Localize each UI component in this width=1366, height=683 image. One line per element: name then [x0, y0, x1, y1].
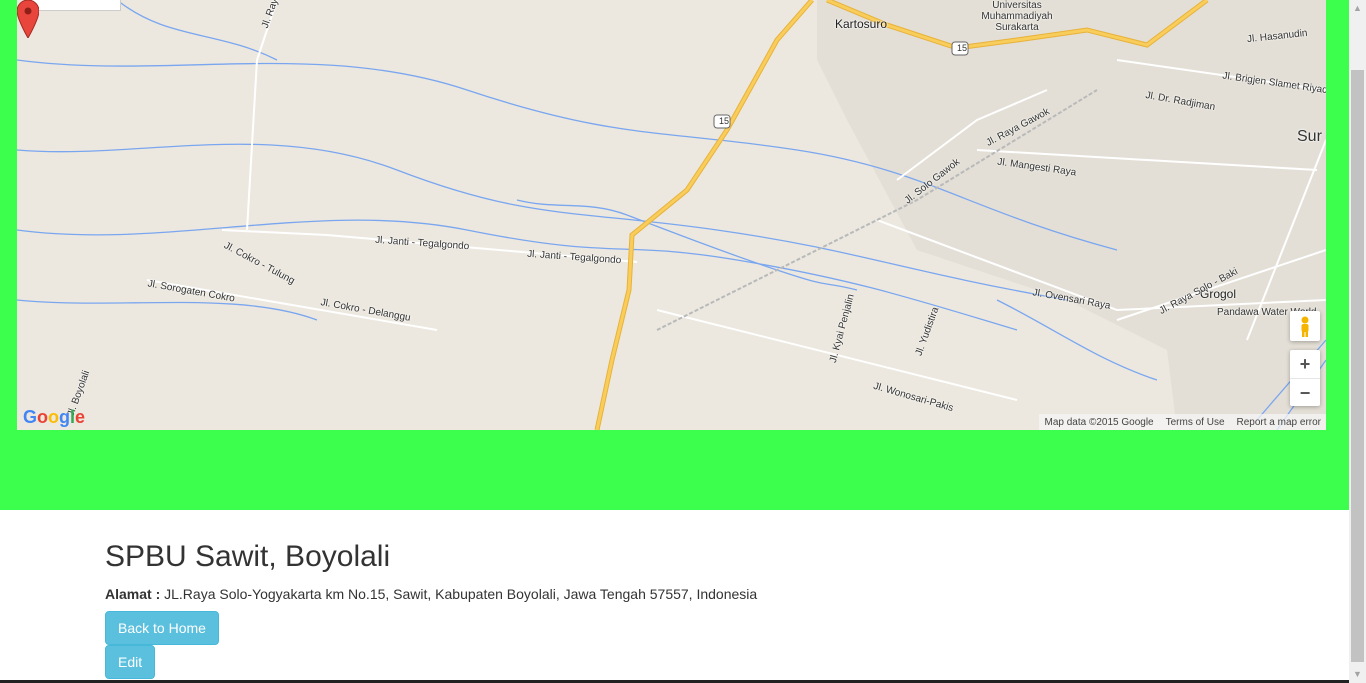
google-logo[interactable]: Google	[23, 407, 85, 428]
address-line: Alamat : JL.Raya Solo-Yogyakarta km No.1…	[105, 586, 757, 602]
scroll-thumb[interactable]	[1351, 70, 1364, 662]
map-footer: Map data ©2015 Google Terms of Use Repor…	[1039, 414, 1326, 430]
zoom-out-button[interactable]: −	[1290, 378, 1320, 407]
pegman-icon[interactable]	[1290, 311, 1320, 341]
address-label: Alamat :	[105, 586, 161, 602]
kartosuro-label: Kartosuro	[835, 17, 888, 31]
vertical-scrollbar[interactable]: ▲ ▼	[1349, 0, 1366, 683]
route-15-label: 15	[719, 116, 730, 126]
zoom-control: + −	[1290, 350, 1320, 406]
route-15-label-2: 15	[957, 43, 968, 53]
zoom-in-button[interactable]: +	[1290, 350, 1320, 378]
map-data-attribution: Map data ©2015 Google	[1044, 416, 1154, 428]
address-value: JL.Raya Solo-Yogyakarta km No.15, Sawit,…	[164, 586, 758, 602]
scroll-down-icon[interactable]: ▼	[1349, 666, 1366, 683]
google-map[interactable]: 15 15 Kartosuro Universitas Muhammadiyah…	[17, 0, 1326, 430]
map-container: 15 15 Kartosuro Universitas Muhammadiyah…	[0, 0, 1349, 510]
place-details: SPBU Sawit, Boyolali Alamat : JL.Raya So…	[105, 540, 757, 602]
map-type-control[interactable]	[25, 0, 121, 11]
map-canvas	[17, 0, 1326, 430]
page-title: SPBU Sawit, Boyolali	[105, 540, 391, 573]
terms-of-use-link[interactable]: Terms of Use	[1166, 417, 1225, 428]
edit-button[interactable]: Edit	[105, 645, 156, 679]
back-to-home-button[interactable]: Back to Home	[105, 611, 219, 645]
report-map-error-link[interactable]: Report a map error	[1237, 417, 1321, 428]
scroll-up-icon[interactable]: ▲	[1349, 0, 1366, 17]
sur-label: Sur	[1297, 128, 1322, 145]
ums-label: Universitas Muhammadiyah Surakarta	[981, 0, 1053, 33]
location-marker-icon[interactable]	[17, 0, 39, 38]
